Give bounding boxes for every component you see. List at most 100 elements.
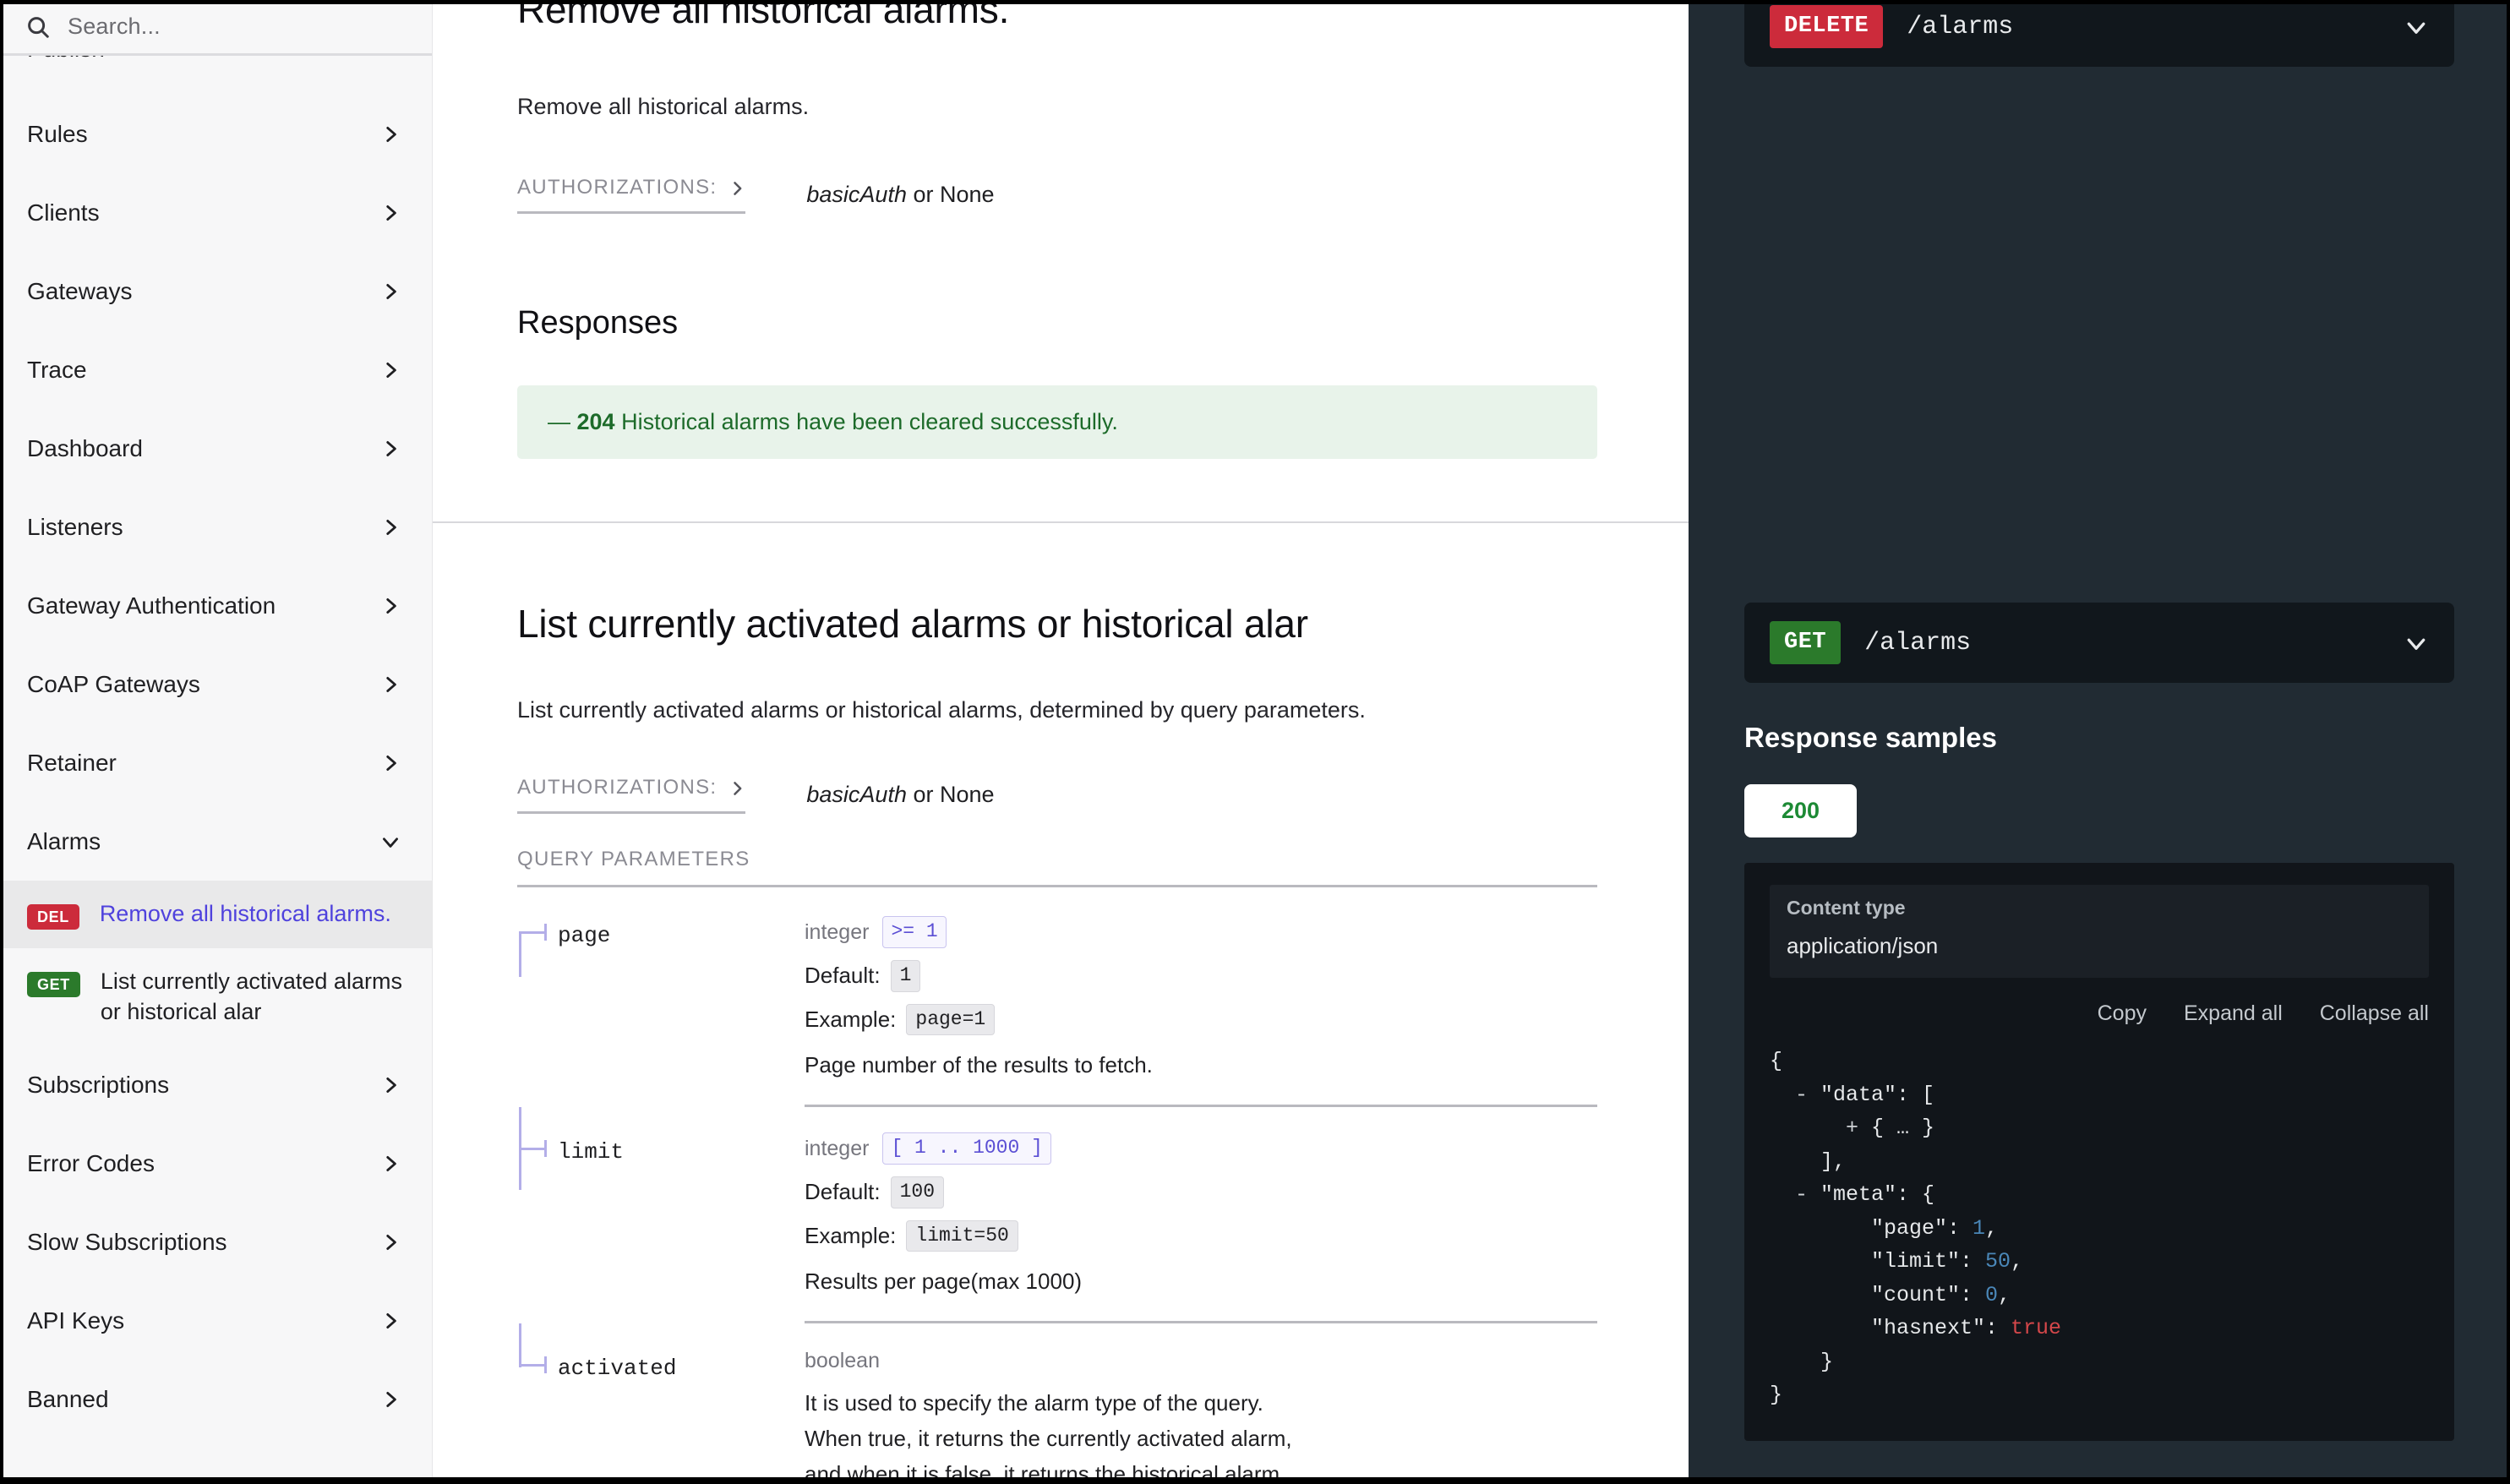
operation-description: Remove all historical alarms. [517,90,1597,123]
sidebar-item-gateways[interactable]: Gateways [0,252,432,330]
authorizations-row: AUTHORIZATIONS: basicAuth or None [517,776,1597,814]
response-status-code: 204 [577,409,615,434]
sidebar-item-label: Dashboard [27,435,143,462]
authorizations-toggle[interactable]: AUTHORIZATIONS: [517,176,745,214]
param-type: integer [805,1137,869,1161]
search-icon [25,14,51,40]
endpoint-path: /alarms [1864,629,2380,657]
param-default-line: Default: 100 [805,1176,1597,1208]
method-badge-delete: DELETE [1770,5,1883,48]
sidebar-item-label: Publish [27,56,105,63]
param-type-line: integer [ 1 .. 1000 ] [805,1132,1597,1165]
chevron-right-icon [379,516,401,538]
sidebar-item-rules[interactable]: Rules [0,95,432,173]
content-type-label: Content type [1787,897,2412,919]
chevron-right-icon [728,779,745,796]
sidebar-item-label: API Keys [27,1307,124,1334]
response-dash: — [548,409,570,434]
sidebar-item-clients[interactable]: Clients [0,173,432,252]
sidebar-item-label: Rules [27,121,88,148]
sidebar-item-label: Gateway Authentication [27,592,276,619]
param-default-line: Default: 1 [805,960,1597,992]
letterbox-top [0,0,2510,4]
status-tab-200[interactable]: 200 [1744,784,1857,837]
sidebar-item-alarms[interactable]: Alarms [0,802,432,881]
chevron-right-icon [379,595,401,617]
auth-scheme-name: basicAuth [806,782,907,807]
sidebar-item-publish[interactable]: Publish [0,56,432,95]
param-description: It is used to specify the alarm type of … [805,1385,1597,1484]
sidebar-item-gateway-authentication[interactable]: Gateway Authentication [0,566,432,645]
method-badge-del: DEL [27,904,79,930]
chevron-down-icon[interactable] [2404,14,2429,40]
right-panel: DELETE /alarms GET /alarms Response samp… [1689,0,2510,1484]
chevron-right-icon [379,1389,401,1410]
sidebar-operation-label: List currently activated alarms or histo… [101,967,407,1027]
param-body: boolean It is used to specify the alarm … [805,1349,1597,1484]
endpoint-bar-get[interactable]: GET /alarms [1744,603,2454,683]
letterbox-right [2507,0,2510,1484]
param-name-cell: limit [517,1132,805,1165]
sidebar-item-label: Error Codes [27,1150,155,1177]
param-description: Results per page(max 1000) [805,1263,1597,1299]
param-type-line: integer >= 1 [805,916,1597,948]
authorizations-toggle[interactable]: AUTHORIZATIONS: [517,776,745,814]
param-name-cell: page [517,916,805,948]
collapse-all-button[interactable]: Collapse all [2320,1001,2429,1026]
endpoint-bar-delete[interactable]: DELETE /alarms [1744,0,2454,67]
chevron-right-icon [728,179,745,196]
sidebar-item-label: Trace [27,357,87,384]
sidebar-item-api-keys[interactable]: API Keys [0,1281,432,1360]
param-default-value: 1 [891,960,921,992]
sidebar-item-label: Slow Subscriptions [27,1229,227,1256]
method-badge-get: GET [27,972,80,997]
sidebar-item-retainer[interactable]: Retainer [0,723,432,802]
sidebar-item-dashboard[interactable]: Dashboard [0,409,432,488]
sidebar-item-slow-subscriptions[interactable]: Slow Subscriptions [0,1203,432,1281]
sidebar-item-label: Alarms [27,828,101,855]
sidebar-operation-label: Remove all historical alarms. [100,899,391,930]
param-type-line: boolean [805,1349,1597,1373]
chevron-right-icon [379,1074,401,1096]
sidebar-item-label: Gateways [27,278,133,305]
copy-button[interactable]: Copy [2098,1001,2147,1026]
content-type-select[interactable]: Content type application/json [1770,885,2429,978]
sidebar-item-label: Banned [27,1386,109,1413]
authorizations-label: AUTHORIZATIONS: [517,776,717,799]
letterbox-left [0,0,3,1484]
tree-connector [519,1349,556,1381]
auth-scheme-suffix: or None [907,782,995,807]
page-title: Remove all historical alarms. [517,0,1597,31]
param-example-label: Example: [805,1223,896,1249]
api-docs-page: Search... Publish Rules Clients Gateways [0,0,2510,1484]
chevron-right-icon [379,202,401,224]
operation-description: List currently activated alarms or histo… [517,694,1597,727]
expand-all-button[interactable]: Expand all [2184,1001,2283,1026]
sidebar-item-coap-gateways[interactable]: CoAP Gateways [0,645,432,723]
sidebar-item-trace[interactable]: Trace [0,330,432,409]
response-sample-box: Content type application/json Copy Expan… [1744,863,2454,1441]
param-name: limit [558,1139,624,1165]
code-actions: Copy Expand all Collapse all [1770,1001,2429,1026]
sidebar-item-listeners[interactable]: Listeners [0,488,432,566]
sidebar-item-error-codes[interactable]: Error Codes [0,1124,432,1203]
search-input[interactable]: Search... [0,0,432,56]
authorizations-value: basicAuth or None [806,782,994,808]
sidebar-item-label: Subscriptions [27,1072,169,1099]
sidebar-operation-remove-all-historical-alarms[interactable]: DEL Remove all historical alarms. [0,881,432,948]
sidebar-item-banned[interactable]: Banned [0,1360,432,1438]
param-constraint: >= 1 [882,916,946,948]
chevron-down-icon[interactable] [2404,630,2429,656]
param-type: boolean [805,1349,880,1373]
method-badge-get: GET [1770,621,1841,664]
param-type: integer [805,920,869,945]
sidebar-nav: Publish Rules Clients Gateways Trace [0,56,432,1484]
sidebar-operation-list-alarms[interactable]: GET List currently activated alarms or h… [0,948,432,1045]
response-samples-heading: Response samples [1744,722,2454,754]
auth-scheme-name: basicAuth [806,182,907,207]
response-204-row[interactable]: — 204 Historical alarms have been cleare… [517,385,1597,459]
sidebar-item-subscriptions[interactable]: Subscriptions [0,1045,432,1124]
section-spacer [517,459,1597,521]
search-placeholder: Search... [68,14,161,40]
param-constraint: [ 1 .. 1000 ] [882,1132,1050,1165]
